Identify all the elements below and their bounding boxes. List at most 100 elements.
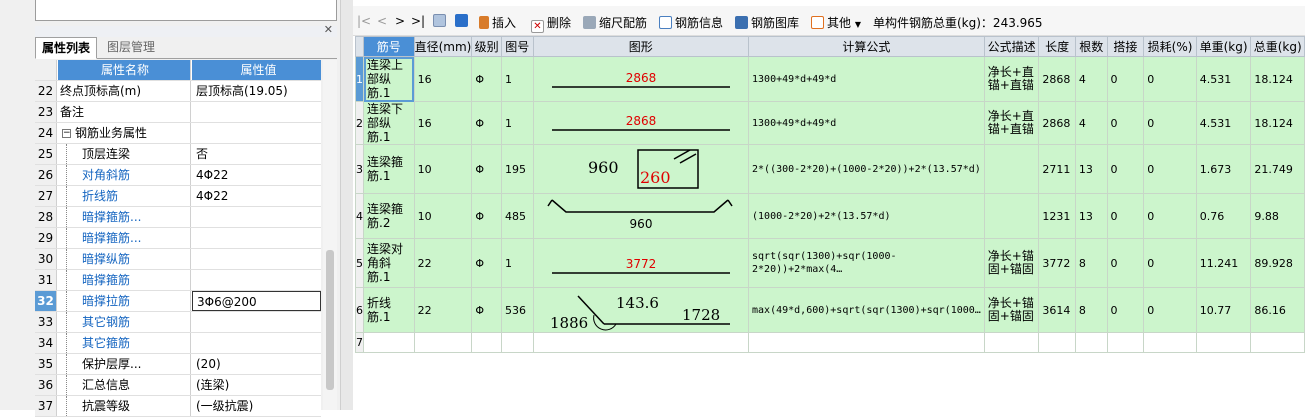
- row-number[interactable]: 7: [355, 332, 364, 353]
- property-value[interactable]: (连梁): [192, 375, 321, 395]
- empty-cell[interactable]: [1143, 332, 1197, 353]
- count[interactable]: 4: [1074, 56, 1108, 102]
- empty-cell[interactable]: [471, 332, 502, 353]
- col-shape[interactable]: 图形: [532, 36, 750, 57]
- property-value[interactable]: 否: [192, 144, 321, 164]
- formula[interactable]: 1300+49*d+49*d: [748, 56, 985, 102]
- nav-first-button[interactable]: |<: [357, 14, 371, 28]
- scale-rebar-button[interactable]: 缩尺配筋: [583, 14, 647, 31]
- formula[interactable]: (1000-2*20)+2*(13.57*d): [748, 193, 985, 239]
- property-row[interactable]: 32 暗撑拉筋 3Φ6@200: [35, 291, 321, 312]
- bar-name[interactable]: 连梁上部纵筋.1: [363, 56, 415, 102]
- property-value[interactable]: [192, 207, 321, 227]
- table-row-empty[interactable]: 7: [355, 332, 1305, 353]
- table-row[interactable]: 4 连梁箍筋.2 10 Φ 485 960 (1000-2*20)+2*(13.57*d) 1…: [355, 193, 1305, 239]
- length[interactable]: 3614: [1038, 287, 1076, 333]
- col-bar-no[interactable]: 筋号: [363, 36, 415, 57]
- empty-cell[interactable]: [1038, 332, 1076, 353]
- figure-no[interactable]: 536: [500, 287, 534, 333]
- col-grade[interactable]: 级别: [471, 36, 502, 57]
- count[interactable]: 8: [1074, 287, 1108, 333]
- property-value[interactable]: [192, 102, 321, 122]
- property-row[interactable]: 29 暗撑箍筋...: [35, 228, 321, 249]
- nav-prev-button[interactable]: <: [377, 14, 387, 28]
- property-value[interactable]: [192, 249, 321, 269]
- lap[interactable]: 0: [1106, 56, 1145, 102]
- other-button[interactable]: 其他 ▼: [811, 14, 861, 31]
- property-row[interactable]: 30 暗撑纵筋: [35, 249, 321, 270]
- unit-weight[interactable]: 0.76: [1195, 193, 1252, 239]
- col-total-weight[interactable]: 总重(kg): [1250, 36, 1305, 57]
- formula-desc[interactable]: 净长+锚固+锚固: [983, 238, 1040, 288]
- panel-splitter[interactable]: [340, 0, 353, 410]
- shape-cell[interactable]: 2868: [532, 56, 750, 102]
- row-number[interactable]: 6: [355, 287, 364, 333]
- formula[interactable]: 2*((300-2*20)+(1000-2*20))+2*(13.57*d): [748, 144, 985, 194]
- table-row[interactable]: 5 连梁对角斜筋.1 22 Φ 1 3772 sqrt(sqr(1300)+sqr(1000…: [355, 238, 1305, 288]
- shape-cell[interactable]: 960 260: [532, 144, 750, 194]
- diameter[interactable]: 10: [413, 144, 473, 194]
- table-row[interactable]: 3 连梁箍筋.1 10 Φ 195 960 260 2*((300-2*20)+(1000-2…: [355, 144, 1305, 194]
- loss[interactable]: 0: [1143, 287, 1197, 333]
- property-value[interactable]: (20): [192, 354, 321, 374]
- empty-cell[interactable]: [1074, 332, 1108, 353]
- delete-button[interactable]: ✕ 删除: [531, 14, 571, 33]
- property-value[interactable]: 层顶标高(19.05): [192, 81, 321, 101]
- bar-name[interactable]: 折线筋.1: [363, 287, 415, 333]
- lap[interactable]: 0: [1106, 287, 1145, 333]
- figure-no[interactable]: 485: [500, 193, 534, 239]
- shape-cell[interactable]: 2868: [532, 101, 750, 145]
- property-value[interactable]: 4Φ22: [192, 186, 321, 206]
- tab-layer-management[interactable]: 图层管理: [101, 37, 161, 59]
- loss[interactable]: 0: [1143, 56, 1197, 102]
- row-number[interactable]: 2: [355, 101, 364, 145]
- property-value[interactable]: 3Φ6@200: [192, 291, 321, 311]
- bar-name[interactable]: 连梁箍筋.1: [363, 144, 415, 194]
- total-weight[interactable]: 21.749: [1250, 144, 1305, 194]
- tab-property-list[interactable]: 属性列表: [35, 37, 98, 59]
- property-row[interactable]: 33 其它钢筋: [35, 312, 321, 333]
- property-row[interactable]: 34 其它箍筋: [35, 333, 321, 354]
- count[interactable]: 8: [1074, 238, 1108, 288]
- col-figure-no[interactable]: 图号: [500, 36, 534, 57]
- lap[interactable]: 0: [1106, 144, 1145, 194]
- figure-no[interactable]: 1: [500, 238, 534, 288]
- empty-cell[interactable]: [532, 332, 750, 353]
- empty-cell[interactable]: [1250, 332, 1305, 353]
- bar-name[interactable]: 连梁对角斜筋.1: [363, 238, 415, 288]
- insert-button[interactable]: 插入: [479, 14, 516, 31]
- property-value[interactable]: [192, 123, 321, 143]
- property-value[interactable]: 4Φ22: [192, 165, 321, 185]
- table-row[interactable]: 6 折线筋.1 22 Φ 536 143.6 1728 1886 max(49*d,600)+s…: [355, 287, 1305, 333]
- property-row[interactable]: 22 终点顶标高(m) 层顶标高(19.05): [35, 81, 321, 102]
- length[interactable]: 3772: [1038, 238, 1076, 288]
- unit-weight[interactable]: 4.531: [1195, 56, 1252, 102]
- property-row[interactable]: 36 汇总信息 (连梁): [35, 375, 321, 396]
- close-icon[interactable]: ✕: [324, 23, 333, 36]
- table-row[interactable]: 2 连梁下部纵筋.1 16 Φ 1 2868 1300+49*d+49*d 净长+直锚+直锚 2…: [355, 101, 1305, 145]
- shape-cell[interactable]: 143.6 1728 1886: [532, 287, 750, 333]
- total-weight[interactable]: 18.124: [1250, 101, 1305, 145]
- col-diameter[interactable]: 直径(mm): [413, 36, 473, 57]
- count[interactable]: 13: [1074, 144, 1108, 194]
- property-row[interactable]: 31 暗撑箍筋: [35, 270, 321, 291]
- formula[interactable]: 1300+49*d+49*d: [748, 101, 985, 145]
- rebar-info-button[interactable]: 钢筋信息: [659, 14, 723, 31]
- loss[interactable]: 0: [1143, 193, 1197, 239]
- collapse-icon[interactable]: −: [62, 129, 71, 138]
- total-weight[interactable]: 89.928: [1250, 238, 1305, 288]
- grade[interactable]: Φ: [471, 144, 502, 194]
- formula-desc[interactable]: 净长+锚固+锚固: [983, 287, 1040, 333]
- loss[interactable]: 0: [1143, 144, 1197, 194]
- total-weight[interactable]: 86.16: [1250, 287, 1305, 333]
- col-count[interactable]: 根数: [1074, 36, 1108, 57]
- loss[interactable]: 0: [1143, 101, 1197, 145]
- property-row[interactable]: 28 暗撑箍筋...: [35, 207, 321, 228]
- property-row[interactable]: 24− 钢筋业务属性: [35, 123, 321, 144]
- formula-desc[interactable]: 净长+直锚+直锚: [983, 56, 1040, 102]
- move-up-button[interactable]: [433, 14, 449, 28]
- col-formula[interactable]: 计算公式: [748, 36, 985, 57]
- unit-weight[interactable]: 11.241: [1195, 238, 1252, 288]
- grade[interactable]: Φ: [471, 193, 502, 239]
- nav-last-button[interactable]: >|: [411, 14, 425, 28]
